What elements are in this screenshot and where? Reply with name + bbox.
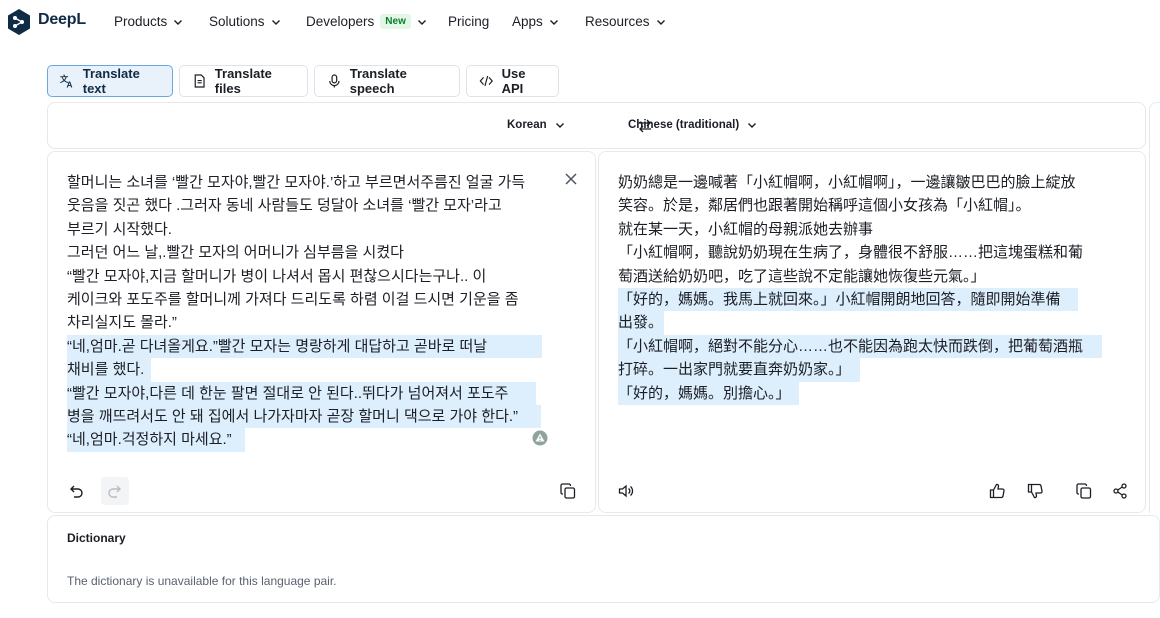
nav-solutions-label: Solutions — [209, 14, 265, 29]
source-text-panel: 할머니는 소녀를 ‘빨간 모자야,빨간 모자야.’하고 부르면서주름진 얼굴 가… — [47, 151, 596, 513]
nav-solutions[interactable]: Solutions — [209, 14, 281, 29]
copy-icon — [560, 483, 576, 499]
tab-use-api[interactable]: Use API — [466, 65, 559, 97]
copy-translation-button[interactable] — [1070, 477, 1098, 505]
undo-icon — [70, 485, 83, 498]
nav-developers[interactable]: Developers New — [306, 14, 427, 29]
copy-icon — [1076, 483, 1092, 499]
chevron-down-icon — [417, 19, 426, 25]
side-panel-edge — [1149, 102, 1160, 513]
target-line: 笑容。於是，鄰居們也跟著開始稱呼這個小女孩為「小紅帽」。 — [618, 197, 1031, 215]
undo-button[interactable] — [62, 477, 90, 505]
tab-translate-files[interactable]: Translate files — [179, 65, 308, 97]
deepl-logo-icon[interactable] — [6, 8, 32, 36]
source-language-label: Korean — [507, 119, 547, 131]
source-text-input[interactable]: 할머니는 소녀를 ‘빨간 모자야,빨간 모자야.’하고 부르면서주름진 얼굴 가… — [67, 171, 547, 452]
source-line: 그러던 어느 날,.빨간 모자의 어머니가 심부름을 시켰다 — [67, 244, 404, 262]
source-line: 차리실지도 몰라.” — [67, 314, 177, 332]
tab-translate-text[interactable]: 文 A Translate text — [47, 65, 173, 97]
translated-text: 奶奶總是一邊喊著「小紅帽啊，小紅帽啊」，一邊讓皺巴巴的臉上綻放 笑容。於是，鄰居… — [618, 171, 1108, 406]
source-line-highlighted: “네,엄마.걱정하지 마세요.” — [67, 428, 245, 452]
translate-icon: 文 A — [60, 74, 72, 89]
target-line-highlighted: 「好的，媽媽。別擔心。」 — [618, 381, 799, 406]
microphone-icon — [329, 74, 340, 88]
tab-translate-files-label: Translate files — [214, 66, 272, 96]
thumbs-down-button[interactable] — [1021, 477, 1049, 505]
new-badge: New — [380, 14, 411, 29]
nav-apps-label: Apps — [512, 14, 543, 29]
dictionary-message: The dictionary is unavailable for this l… — [67, 574, 337, 588]
chevron-down-icon — [174, 19, 183, 25]
thumbs-up-button[interactable] — [983, 477, 1011, 505]
copy-source-button[interactable] — [554, 477, 582, 505]
source-line: 웃음을 짓곤 했다 .그러자 동네 사람들도 덩달아 소녀를 ‘빨간 모자’라고 — [67, 197, 502, 215]
target-line-highlighted: 「小紅帽啊，絕對不能分心……也不能因為跑太快而跌倒，把葡萄酒瓶 — [618, 334, 1102, 359]
source-language-select[interactable]: Korean — [507, 119, 565, 131]
target-line: 萄酒送給奶奶吧，吃了這些說不定能讓她恢復些元氣。」 — [618, 267, 986, 285]
chevron-down-icon — [549, 19, 558, 25]
nav-products[interactable]: Products — [114, 14, 183, 29]
target-language-select[interactable]: Chinese (traditional) — [628, 119, 757, 131]
clear-text-icon[interactable] — [564, 172, 578, 186]
source-line-highlighted: “네,엄마.곧 다녀올게요.”빨간 모자는 명랑하게 대답하고 곧바로 떠날 — [67, 334, 542, 359]
target-line-highlighted: 「好的，媽媽。我馬上就回來。」小紅帽開朗地回答，隨即開始準備 — [618, 288, 1078, 312]
source-line-highlighted: “빨간 모자야,다른 데 한눈 팔면 절대로 안 된다..뛰다가 넘어져서 포도… — [67, 381, 536, 406]
brand-name[interactable]: DeepL — [38, 11, 86, 29]
source-line-highlighted: 병을 깨뜨려서도 안 돼 집에서 나가자마자 곧장 할머니 댁으로 가야 한다.… — [67, 405, 541, 429]
target-line: 就在某一天，小紅帽的母親派她去辦事 — [618, 220, 874, 238]
chevron-down-icon — [748, 123, 757, 128]
target-line: 奶奶總是一邊喊著「小紅帽啊，小紅帽啊」，一邊讓皺巴巴的臉上綻放 — [618, 174, 1076, 191]
share-icon — [1113, 483, 1127, 499]
share-button[interactable] — [1106, 477, 1134, 505]
thumbs-down-icon — [1027, 483, 1043, 499]
tab-translate-speech[interactable]: Translate speech — [314, 65, 460, 97]
tab-translate-speech-label: Translate speech — [349, 66, 407, 96]
source-line-highlighted: 채비를 했다. — [67, 358, 151, 382]
dictionary-panel: Dictionary The dictionary is unavailable… — [47, 515, 1160, 603]
tab-use-api-label: Use API — [501, 66, 526, 96]
chevron-down-icon — [555, 123, 564, 128]
tab-translate-text-label: Translate text — [82, 66, 140, 96]
chevron-down-icon — [656, 19, 665, 25]
redo-icon — [108, 485, 121, 498]
warning-icon[interactable] — [532, 430, 548, 446]
file-icon — [194, 74, 205, 88]
source-line: 부르기 시작했다. — [67, 220, 172, 238]
listen-button[interactable] — [612, 477, 640, 505]
nav-pricing[interactable]: Pricing — [448, 14, 489, 29]
top-nav: DeepL Products Solutions Developers New … — [0, 0, 1160, 44]
target-line: 「小紅帽啊，聽說奶奶現在生病了，身體很不舒服……把這塊蛋糕和葡 — [618, 244, 1084, 262]
code-icon — [479, 75, 494, 87]
target-text-panel: 奶奶總是一邊喊著「小紅帽啊，小紅帽啊」，一邊讓皺巴巴的臉上綻放 笑容。於是，鄰居… — [598, 151, 1146, 513]
speaker-icon — [618, 484, 634, 498]
source-line: 케이크와 포도주를 할머니께 가져다 드리도록 하렴 이걸 드시면 기운을 좀 — [67, 291, 519, 309]
nav-apps[interactable]: Apps — [512, 14, 559, 29]
target-line-highlighted: 出發。 — [618, 311, 664, 335]
source-line: 할머니는 소녀를 ‘빨간 모자야,빨간 모자야.’하고 부르면서주름진 얼굴 가… — [67, 174, 526, 191]
nav-pricing-label: Pricing — [448, 14, 490, 29]
dictionary-title: Dictionary — [67, 531, 126, 545]
nav-developers-label: Developers — [306, 14, 375, 29]
source-line: “빨간 모자야,지금 할머니가 병이 나셔서 몹시 편찮으시다는구나.. 이 — [67, 267, 487, 285]
target-language-label: Chinese (traditional) — [628, 119, 740, 131]
nav-resources[interactable]: Resources — [585, 14, 666, 29]
thumbs-up-icon — [989, 483, 1005, 499]
svg-text:A: A — [66, 79, 72, 89]
chevron-down-icon — [271, 19, 280, 25]
nav-products-label: Products — [114, 14, 168, 29]
nav-resources-label: Resources — [585, 14, 650, 29]
target-line-highlighted: 打碎。一出家門就要直奔奶奶家。」 — [618, 358, 860, 382]
redo-button[interactable] — [101, 477, 129, 505]
language-bar: Korean Chinese (traditional) — [47, 102, 1146, 149]
